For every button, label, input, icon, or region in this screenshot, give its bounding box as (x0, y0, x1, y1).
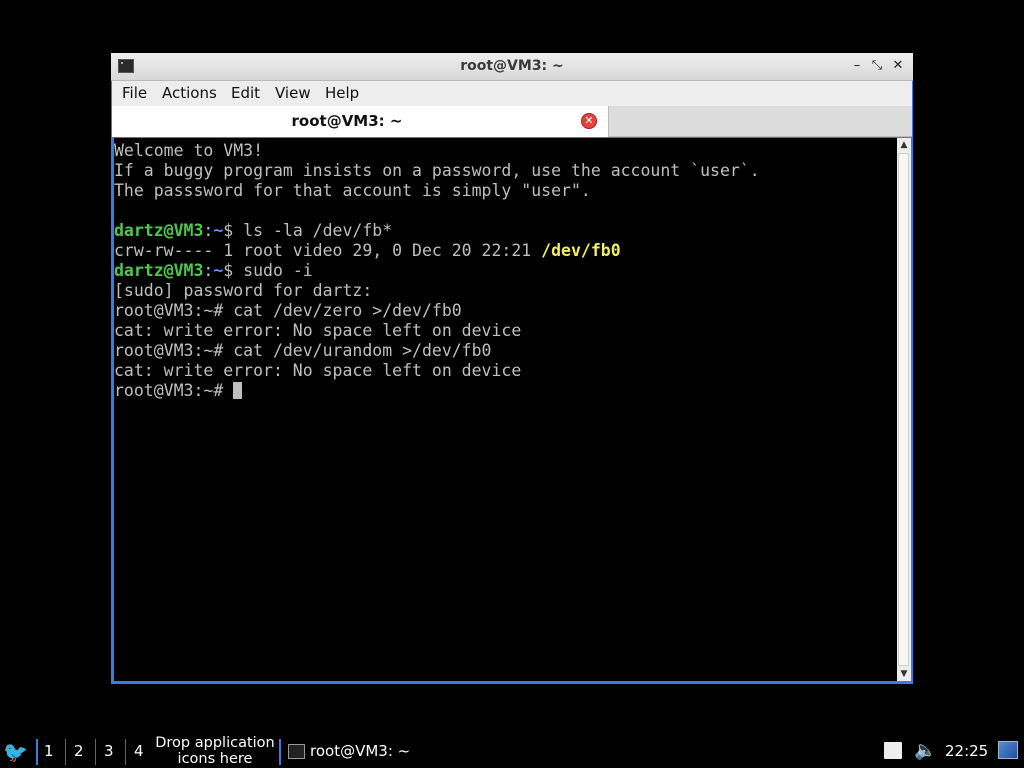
terminal-text-segment: If a buggy program insists on a password… (114, 161, 760, 180)
terminal-icon (288, 744, 305, 759)
terminal-line: cat: write error: No space left on devic… (114, 361, 760, 381)
workspace-2[interactable]: 2 (74, 742, 84, 760)
terminal-line: root@VM3:~# (114, 381, 760, 401)
terminal-text-segment: root@VM3:~# cat /dev/zero >/dev/fb0 (114, 301, 462, 320)
taskbar-separator (125, 739, 126, 765)
taskbar-separator (279, 739, 281, 765)
terminal-text-segment: : (203, 221, 214, 240)
tab-bar: root@VM3: ~ ✕ (112, 106, 912, 137)
terminal-line: dartz@VM3:~$ sudo -i (114, 261, 760, 281)
menu-file[interactable]: File (122, 84, 147, 102)
terminal-line: cat: write error: No space left on devic… (114, 321, 760, 341)
minimize-button[interactable]: – (849, 57, 865, 75)
tab-terminal[interactable]: root@VM3: ~ ✕ (112, 106, 609, 137)
maximize-button[interactable]: ⤡ (869, 57, 885, 75)
terminal-text-segment: $ sudo -i (223, 261, 313, 280)
terminal-line: root@VM3:~# cat /dev/zero >/dev/fb0 (114, 301, 760, 321)
menu-edit[interactable]: Edit (231, 84, 260, 102)
quicklaunch-drop-area[interactable]: Drop application icons here (153, 735, 277, 767)
taskbar-separator (95, 739, 96, 765)
scroll-up-arrow-icon[interactable]: ▲ (897, 138, 911, 152)
terminal-output[interactable]: Welcome to VM3! If a buggy program insist… (114, 138, 897, 681)
workspace-1[interactable]: 1 (44, 742, 54, 760)
menu-view[interactable]: View (275, 84, 311, 102)
terminal-text-segment: root@VM3:~# cat /dev/urandom >/dev/fb0 (114, 341, 492, 360)
terminal-text-segment: root@VM3:~# (114, 381, 234, 400)
scroll-down-arrow-icon[interactable]: ▼ (897, 667, 911, 681)
terminal-text-segment: Welcome to VM3! (114, 141, 264, 160)
terminal-text-segment: ~ (213, 261, 224, 280)
terminal-text-segment: crw-rw---- 1 root video 29, 0 Dec 20 22:… (114, 241, 542, 260)
terminal-text-segment: [sudo] password for dartz: (114, 281, 373, 300)
taskbar: 🐦 1 2 3 4 Drop application icons here ro… (0, 734, 1024, 768)
terminal-text-segment: $ ls -la /dev/fb* (223, 221, 393, 240)
terminal-text-segment: ~ (213, 221, 224, 240)
tab-close-icon[interactable]: ✕ (581, 113, 597, 129)
terminal-text-segment: : (203, 261, 214, 280)
terminal-line: dartz@VM3:~$ ls -la /dev/fb* (114, 221, 760, 241)
task-button-terminal[interactable]: root@VM3: ~ (286, 737, 426, 765)
terminal-text-segment: cat: write error: No space left on devic… (114, 321, 522, 340)
terminal-scrollbar[interactable]: ▲ ▼ (897, 138, 911, 681)
terminal-line: crw-rw---- 1 root video 29, 0 Dec 20 22:… (114, 241, 760, 261)
notes-icon[interactable] (884, 742, 902, 759)
workspace-3[interactable]: 3 (104, 742, 114, 760)
terminal-line: If a buggy program insists on a password… (114, 161, 760, 181)
window-title: root@VM3: ~ (460, 58, 564, 74)
start-menu-icon[interactable]: 🐦 (3, 740, 28, 764)
terminal-text: Welcome to VM3! If a buggy program insist… (114, 141, 760, 401)
terminal-line: Welcome to VM3! (114, 141, 760, 161)
window-titlebar[interactable]: root@VM3: ~ – ⤡ ✕ (111, 53, 913, 81)
terminal-window: root@VM3: ~ – ⤡ ✕ File Actions Edit View… (111, 53, 913, 684)
tab-label: root@VM3: ~ (291, 112, 403, 130)
menu-actions[interactable]: Actions (162, 84, 217, 102)
terminal-text-segment: The passsword for that account is simply… (114, 181, 591, 200)
workspace-4[interactable]: 4 (134, 742, 144, 760)
menu-help[interactable]: Help (325, 84, 359, 102)
terminal-text-segment: cat: write error: No space left on devic… (114, 361, 522, 380)
taskbar-separator (65, 739, 66, 765)
clock[interactable]: 22:25 (945, 742, 988, 760)
close-button[interactable]: ✕ (890, 57, 906, 75)
taskbar-separator (36, 739, 38, 765)
task-label: root@VM3: ~ (310, 742, 411, 760)
terminal-line: [sudo] password for dartz: (114, 281, 760, 301)
menu-bar: File Actions Edit View Help (112, 81, 912, 106)
volume-icon[interactable]: 🔈 (914, 740, 936, 761)
terminal-text-segment: dartz@VM3 (114, 221, 204, 240)
scroll-thumb[interactable] (898, 153, 909, 666)
show-desktop-icon[interactable] (998, 741, 1018, 759)
terminal-text-segment: dartz@VM3 (114, 261, 204, 280)
terminal-text-segment: /dev/fb0 (541, 241, 621, 260)
terminal-cursor (233, 382, 243, 399)
terminal-line: The passsword for that account is simply… (114, 181, 760, 201)
terminal-line: root@VM3:~# cat /dev/urandom >/dev/fb0 (114, 341, 760, 361)
